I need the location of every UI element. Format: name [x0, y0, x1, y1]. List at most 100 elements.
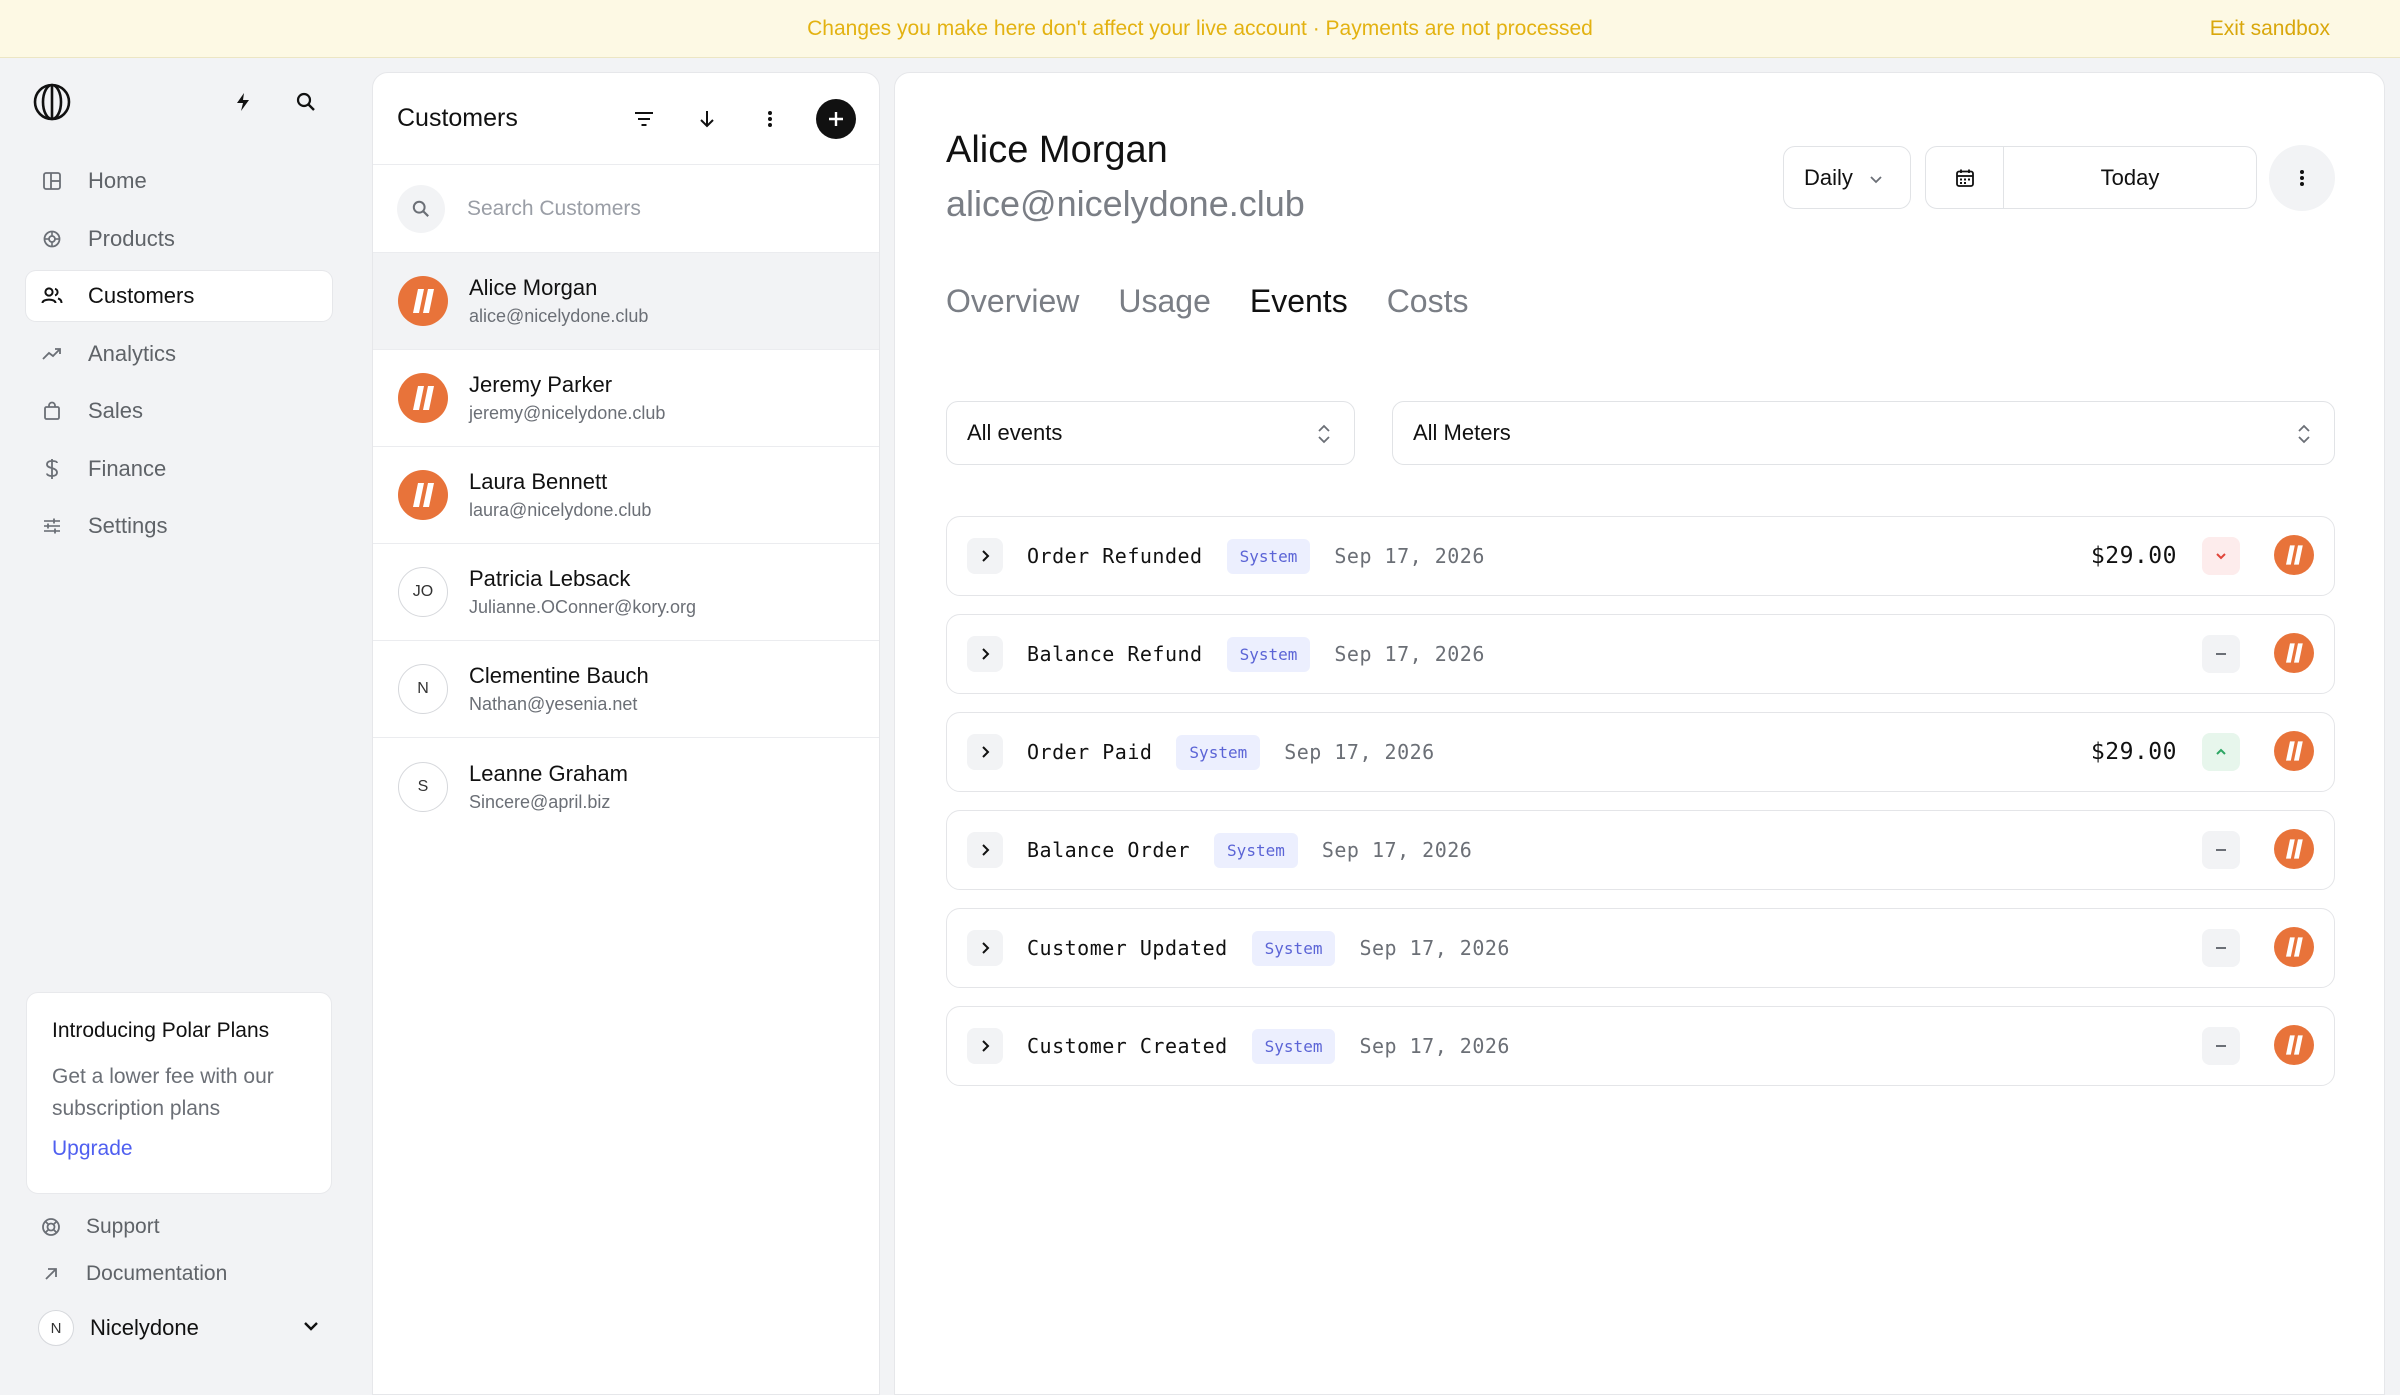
expand-event-button[interactable]: [967, 538, 1003, 574]
sidebar-item-label: Customers: [88, 283, 195, 308]
sidebar-item-settings[interactable]: Settings: [26, 501, 332, 551]
upgrade-link[interactable]: Upgrade: [52, 1137, 306, 1161]
sidebar-item-customers[interactable]: Customers: [26, 271, 332, 321]
customers-header: Customers: [373, 73, 879, 165]
event-name: Balance Refund: [1027, 642, 1203, 666]
customer-row[interactable]: Alice Morgan alice@nicelydone.club: [373, 253, 879, 350]
chevron-down-icon: [302, 1319, 320, 1337]
tab-events[interactable]: Events: [1250, 283, 1348, 320]
customer-row[interactable]: Laura Bennett laura@nicelydone.club: [373, 447, 879, 544]
chevron-up-down-icon: [2296, 422, 2312, 452]
customer-list: Alice Morgan alice@nicelydone.club Jeremy…: [373, 253, 879, 835]
customer-row[interactable]: S Leanne Graham Sincere@april.biz: [373, 738, 879, 835]
tab-costs[interactable]: Costs: [1387, 283, 1469, 320]
tab-overview[interactable]: Overview: [946, 283, 1079, 320]
promo-description: Get a lower fee with our subscription pl…: [52, 1065, 274, 1120]
customer-email: alice@nicelydone.club: [469, 306, 649, 326]
customer-logo-avatar: [398, 470, 448, 520]
event-row: Customer Created System Sep 17, 2026: [946, 1006, 2335, 1086]
expand-event-button[interactable]: [967, 734, 1003, 770]
chevron-up-icon: [2216, 748, 2226, 755]
sidebar-item-label: Home: [88, 168, 147, 193]
event-source-badge: System: [1226, 538, 1311, 574]
sidebar: Home Products Customers Analytics Sales …: [0, 58, 362, 1395]
expand-event-button[interactable]: [967, 636, 1003, 672]
event-date: Sep 17, 2026: [1334, 642, 1485, 666]
event-name: Customer Created: [1027, 1034, 1228, 1058]
customers-title: Customers: [397, 104, 518, 132]
chevron-right-icon: [982, 844, 990, 856]
event-type-value: All events: [967, 420, 1063, 445]
customer-email: jeremy@nicelydone.club: [469, 403, 666, 423]
event-row: Customer Updated System Sep 17, 2026: [946, 908, 2335, 988]
event-source-badge: System: [1176, 734, 1261, 770]
tab-usage[interactable]: Usage: [1118, 283, 1211, 320]
event-date: Sep 17, 2026: [1284, 740, 1435, 764]
polar-logo-icon[interactable]: [32, 82, 72, 122]
event-amount: $29.00: [2090, 543, 2177, 569]
chevron-right-icon: [982, 1040, 990, 1052]
search-icon[interactable]: [292, 88, 320, 116]
customer-detail-name: Alice Morgan: [946, 129, 1168, 171]
customer-row[interactable]: N Clementine Bauch Nathan@yesenia.net: [373, 641, 879, 738]
event-date: Sep 17, 2026: [1321, 838, 1473, 862]
documentation-link[interactable]: Documentation: [40, 1262, 227, 1286]
event-row: Balance Order System Sep 17, 2026: [946, 810, 2335, 890]
event-amount: $29.00: [2090, 739, 2177, 765]
customer-name: Jeremy Parker: [469, 372, 613, 397]
customer-logo-avatar: [2274, 535, 2314, 575]
meter-select[interactable]: All Meters: [1392, 401, 2335, 465]
customer-row[interactable]: JO Patricia Lebsack Julianne.OConner@kory…: [373, 544, 879, 641]
decrease-indicator: [2202, 537, 2240, 575]
sidebar-item-sales[interactable]: Sales: [26, 386, 332, 436]
organization-switcher[interactable]: N Nicelydone: [38, 1308, 320, 1348]
sidebar-item-products[interactable]: Products: [26, 214, 332, 264]
expand-event-button[interactable]: [967, 1028, 1003, 1064]
support-link[interactable]: Support: [40, 1215, 160, 1239]
customer-name: Laura Bennett: [469, 469, 608, 494]
event-name: Customer Updated: [1027, 936, 1228, 960]
chevron-down-icon: [1869, 165, 1883, 191]
interval-select[interactable]: Daily: [1783, 146, 1911, 209]
more-options-button[interactable]: [2269, 145, 2335, 211]
sidebar-item-home[interactable]: Home: [26, 156, 332, 206]
customer-logo-avatar: [2274, 731, 2314, 771]
minus-icon: [2216, 849, 2226, 851]
more-vertical-icon[interactable]: [754, 103, 786, 135]
exit-sandbox-link[interactable]: Exit sandbox: [2210, 0, 2330, 58]
date-range-label: Today: [2100, 164, 2160, 190]
sort-arrow-down-icon[interactable]: [691, 103, 723, 135]
documentation-label: Documentation: [86, 1262, 228, 1285]
expand-event-button[interactable]: [967, 832, 1003, 868]
event-source-badge: System: [1226, 636, 1311, 672]
customers-icon: [40, 284, 64, 308]
date-range-picker[interactable]: Today: [1925, 146, 2257, 209]
event-source-badge: System: [1251, 1028, 1336, 1064]
customer-email: Julianne.OConner@kory.org: [469, 597, 697, 617]
sidebar-item-finance[interactable]: Finance: [26, 444, 332, 494]
chevron-right-icon: [982, 648, 990, 660]
sidebar-item-label: Sales: [88, 398, 144, 423]
finance-icon: [40, 457, 64, 481]
search-customers-input[interactable]: [467, 196, 847, 221]
event-source-badge: System: [1251, 930, 1336, 966]
calendar-icon[interactable]: [1926, 147, 2004, 208]
increase-indicator: [2202, 733, 2240, 771]
customer-row[interactable]: Jeremy Parker jeremy@nicelydone.club: [373, 350, 879, 447]
sidebar-item-analytics[interactable]: Analytics: [26, 329, 332, 379]
event-row: Order Refunded System Sep 17, 2026 $29.0…: [946, 516, 2335, 596]
sidebar-item-label: Finance: [88, 455, 167, 481]
event-row: Balance Refund System Sep 17, 2026: [946, 614, 2335, 694]
interval-value: Daily: [1804, 164, 1853, 190]
settings-icon: [40, 514, 64, 538]
expand-event-button[interactable]: [967, 930, 1003, 966]
more-vertical-icon: [2300, 170, 2304, 186]
add-customer-button[interactable]: [816, 99, 856, 139]
filter-icon[interactable]: [628, 103, 660, 135]
customer-email: Nathan@yesenia.net: [469, 694, 638, 714]
lightning-icon[interactable]: [229, 88, 257, 116]
customer-email: Sincere@april.biz: [469, 791, 611, 812]
neutral-indicator: [2202, 929, 2240, 967]
event-type-select[interactable]: All events: [946, 401, 1355, 465]
neutral-indicator: [2202, 1027, 2240, 1065]
